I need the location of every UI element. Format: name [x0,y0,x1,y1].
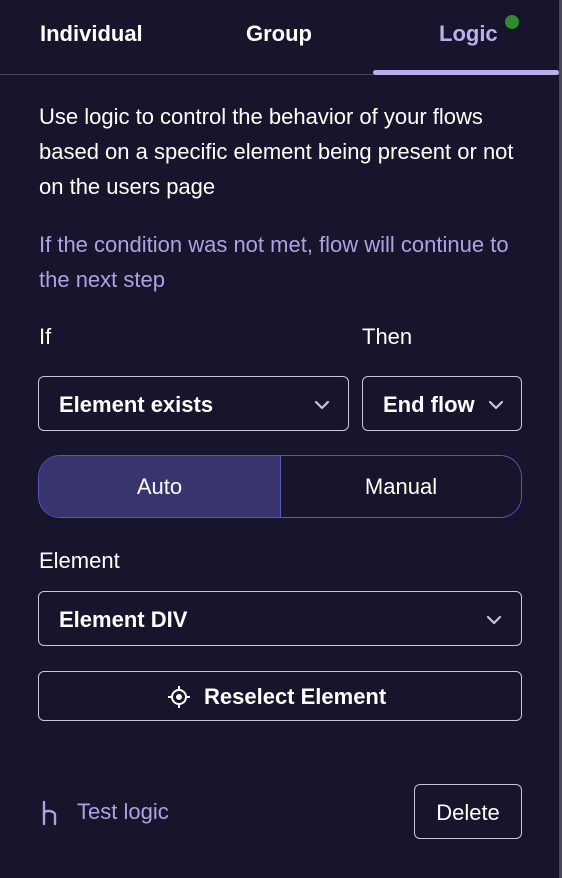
branch-icon [42,800,57,826]
logic-note: If the condition was not met, flow will … [39,232,509,292]
test-logic-label: Test logic [77,799,169,824]
condition-select-value: Element exists [59,392,214,417]
action-select-value: End flow [383,392,475,417]
active-tab-indicator [373,70,559,75]
mode-manual-button[interactable]: Manual [281,456,521,517]
logic-panel: Individual Group Logic Use logic to cont… [0,0,562,878]
element-select[interactable]: Element DIV [38,591,522,646]
then-label: Then [362,324,413,349]
action-select[interactable]: End flow [362,376,522,431]
if-label: If [39,324,52,349]
condition-select[interactable]: Element exists [38,376,349,431]
chevron-down-icon [314,400,330,410]
delete-button[interactable]: Delete [414,784,522,839]
element-select-value: Element DIV [59,607,188,632]
tab-individual[interactable]: Individual [40,18,143,50]
element-label: Element [39,548,120,573]
crosshair-icon [168,686,190,708]
status-dot-icon [505,15,519,29]
tab-group[interactable]: Group [246,18,312,50]
chevron-down-icon [488,400,504,410]
reselect-element-button[interactable]: Reselect Element [38,671,522,721]
logic-description: Use logic to control the behavior of you… [39,104,514,199]
reselect-element-label: Reselect Element [204,684,387,709]
tab-logic[interactable]: Logic [439,18,498,50]
tab-bar: Individual Group Logic [0,0,559,75]
mode-auto-button[interactable]: Auto [39,456,281,517]
chevron-down-icon [486,615,502,625]
mode-toggle: Auto Manual [38,455,522,518]
